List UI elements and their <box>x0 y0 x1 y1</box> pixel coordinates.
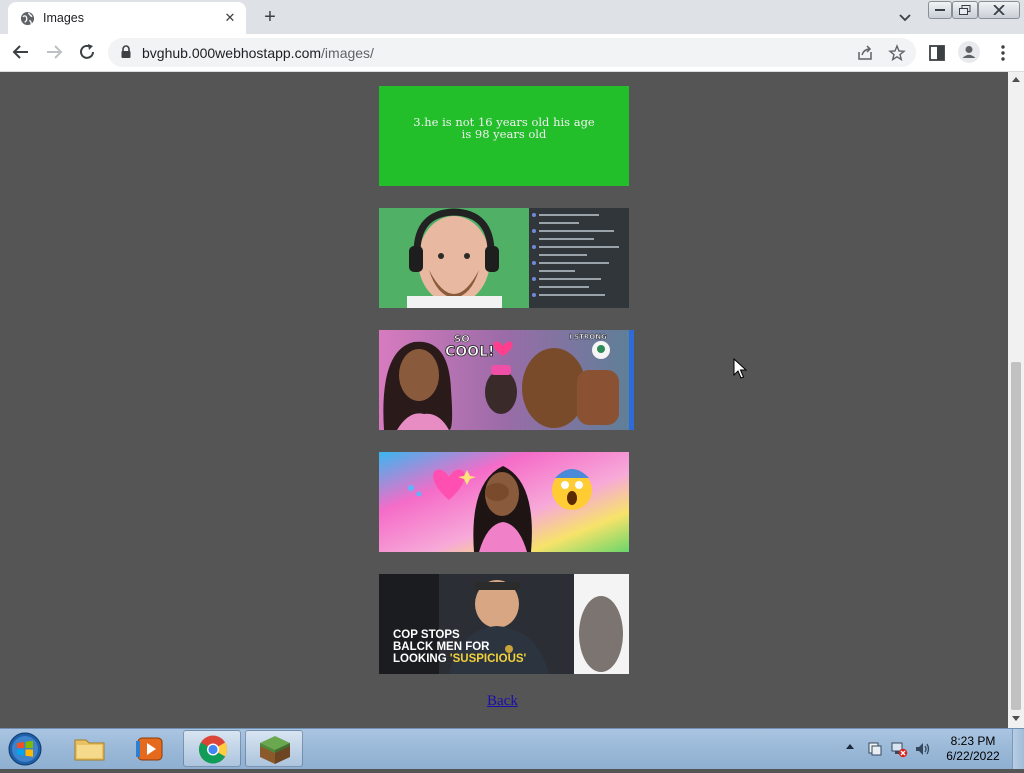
tray-expand-arrow-icon[interactable] <box>846 743 854 749</box>
address-bar[interactable]: bvghub.000webhostapp.com/images/ <box>108 38 916 67</box>
thumbnail-image: COP STOPS BALCK MEN FOR LOOKING 'SUSPICI… <box>379 574 629 674</box>
url-text: bvghub.000webhostapp.com/images/ <box>142 45 374 61</box>
mouse-cursor-icon <box>733 358 747 379</box>
image-cop-thumbnail: COP STOPS BALCK MEN FOR LOOKING 'SUSPICI… <box>379 574 629 674</box>
thumbnail-headline-highlight: 'SUSPICIOUS' <box>450 653 527 665</box>
taskbar-file-explorer[interactable] <box>60 730 118 767</box>
image-age-text-card: 3.he is not 16 years old his age is 98 y… <box>379 86 629 186</box>
folder-icon <box>74 739 105 761</box>
system-clock[interactable]: 8:23 PM 6/22/2022 <box>940 734 1006 764</box>
start-button[interactable] <box>6 731 44 767</box>
tab-title: Images <box>43 11 84 25</box>
side-panel-icon[interactable] <box>927 43 947 63</box>
page-scrollbar[interactable] <box>1008 72 1024 728</box>
chrome-icon <box>199 735 227 764</box>
thumbnail-image: SO COOL! I STRONG <box>379 330 634 430</box>
thumbnail-image <box>379 452 629 552</box>
kebab-menu-icon[interactable] <box>993 43 1013 63</box>
restore-icon <box>959 5 971 15</box>
minecraft-grass-block-icon <box>260 736 290 764</box>
thumbnail-text-cool: COOL! <box>445 344 494 360</box>
lock-icon[interactable] <box>120 45 132 59</box>
forward-arrow-icon[interactable] <box>43 41 65 63</box>
minimize-button[interactable] <box>928 1 952 19</box>
web-page: 3.he is not 16 years old his age is 98 y… <box>0 72 1008 728</box>
url-path: /images/ <box>321 45 374 61</box>
minimize-icon <box>935 9 945 11</box>
taskbar-minecraft[interactable] <box>245 730 303 767</box>
action-center-flag-icon[interactable] <box>866 740 884 758</box>
image-so-cool-thumbnail: SO COOL! I STRONG <box>379 330 634 430</box>
url-domain: bvghub.000webhostapp.com <box>142 45 322 61</box>
share-icon[interactable] <box>856 44 874 62</box>
close-icon <box>993 5 1005 15</box>
tab-images[interactable]: Images ✕ <box>8 2 246 34</box>
close-tab-icon[interactable]: ✕ <box>222 10 238 26</box>
image-caption: 3.he is not 16 years old his age is 98 y… <box>379 116 629 140</box>
profile-avatar[interactable] <box>958 41 980 63</box>
bookmark-star-icon[interactable] <box>888 44 906 62</box>
show-desktop-button[interactable] <box>1012 729 1024 769</box>
taskbar-media-player[interactable] <box>122 730 180 767</box>
network-disconnected-icon[interactable] <box>890 740 908 758</box>
back-link[interactable]: Back <box>487 693 518 710</box>
scroll-down-arrow-icon[interactable] <box>1012 716 1020 722</box>
scroll-thumb[interactable] <box>1011 362 1021 710</box>
volume-icon[interactable] <box>914 740 932 758</box>
taskbar-chrome[interactable] <box>183 730 241 767</box>
browser-toolbar: bvghub.000webhostapp.com/images/ <box>0 34 1024 72</box>
chevron-down-icon[interactable] <box>896 8 914 26</box>
image-rainbow-emoji-thumbnail <box>379 452 629 552</box>
streamer-image <box>379 208 629 308</box>
scroll-up-arrow-icon[interactable] <box>1012 76 1020 82</box>
reload-icon[interactable] <box>76 41 98 63</box>
windows-taskbar: 8:23 PM 6/22/2022 <box>0 728 1024 769</box>
thumbnail-text-strong: I STRONG <box>569 333 607 341</box>
close-window-button[interactable] <box>978 1 1020 19</box>
clock-date: 6/22/2022 <box>946 749 1000 763</box>
restore-button[interactable] <box>952 1 978 19</box>
thumbnail-headline-line: LOOKING 'SUSPICIOUS' <box>393 653 527 665</box>
thumbnail-headline-line: COP STOPS <box>393 629 460 641</box>
thumbnail-headline-part: LOOKING <box>393 653 450 665</box>
new-tab-button[interactable]: + <box>259 6 281 28</box>
tab-strip: Images ✕ + <box>0 0 1024 34</box>
thumbnail-headline-line: BALCK MEN FOR <box>393 641 490 653</box>
globe-icon <box>20 11 35 26</box>
back-arrow-icon[interactable] <box>10 41 32 63</box>
image-streamer-chat <box>379 208 629 308</box>
person-icon <box>962 46 976 58</box>
image-caption-line: is 98 years old <box>461 127 547 141</box>
clock-time: 8:23 PM <box>950 734 996 748</box>
media-player-icon <box>136 737 163 761</box>
